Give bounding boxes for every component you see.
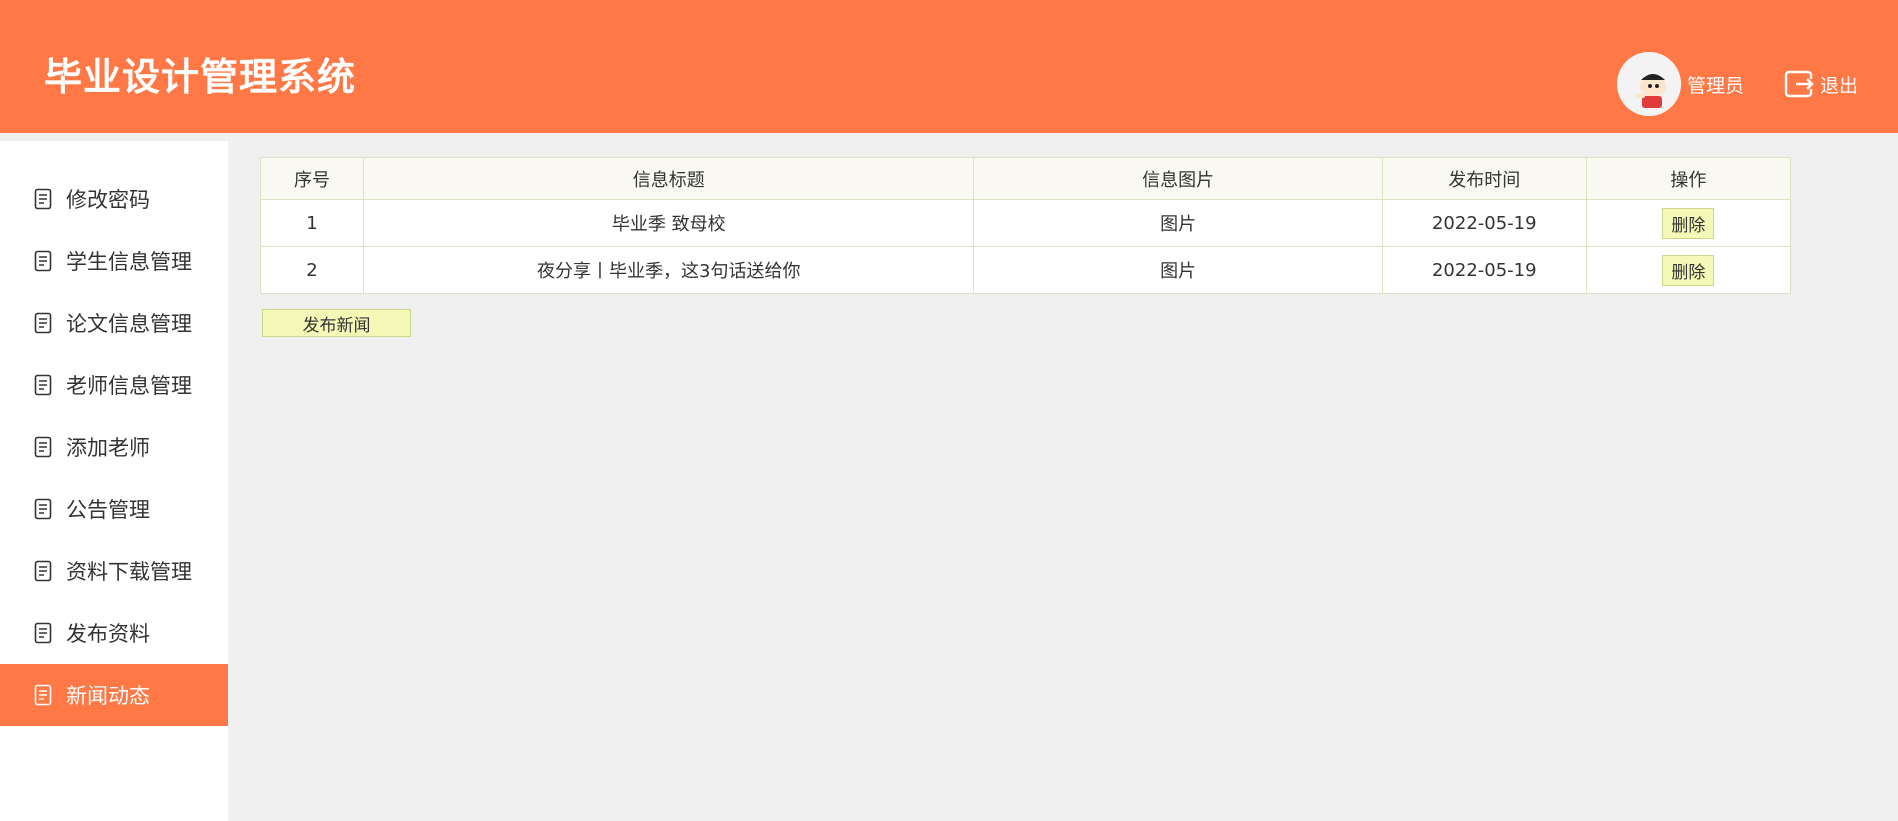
sidebar-item-label: 添加老师 [66,436,150,460]
cell-image[interactable]: 图片 [973,246,1383,294]
document-icon [34,312,52,334]
sidebar-item-announcements[interactable]: 公告管理 [0,478,228,540]
sidebar-item-teacher-info[interactable]: 老师信息管理 [0,354,228,416]
document-icon [34,436,52,458]
sidebar-item-change-password[interactable]: 修改密码 [0,168,228,230]
table-row: 2 夜分享丨毕业季，这3句话送给你 图片 2022-05-19 删除 [259,246,1792,294]
user-area: 管理员 退出 [1616,52,1858,116]
column-header-image: 信息图片 [973,157,1383,200]
cell-date: 2022-05-19 [1381,199,1587,247]
sidebar-item-label: 新闻动态 [66,684,150,708]
delete-button[interactable]: 删除 [1662,207,1715,239]
column-header-date: 发布时间 [1381,157,1587,200]
cell-title[interactable]: 夜分享丨毕业季，这3句话送给你 [363,246,975,294]
logout-button[interactable]: 退出 [1782,67,1858,101]
cell-index: 1 [259,199,365,247]
sidebar-item-add-teacher[interactable]: 添加老师 [0,416,228,478]
document-icon [34,374,52,396]
sidebar-nav: 修改密码 学生信息管理 论文信息管理 老师信息管理 添加老师 公告管理 资料下载… [0,141,228,726]
table-header-row: 序号 信息标题 信息图片 发布时间 操作 [259,157,1792,200]
column-header-action: 操作 [1585,157,1792,200]
avatar-cartoon-icon [1616,52,1681,116]
sidebar-item-downloads[interactable]: 资料下载管理 [0,540,228,602]
publish-news-button[interactable]: 发布新闻 [262,309,411,337]
app-header: 毕业设计管理系统 管理员 退出 [0,0,1898,133]
cell-date: 2022-05-19 [1381,246,1587,294]
delete-button[interactable]: 删除 [1662,254,1715,286]
document-icon [34,684,52,706]
sidebar-item-label: 修改密码 [66,188,150,212]
sidebar-item-student-info[interactable]: 学生信息管理 [0,230,228,292]
document-icon [34,622,52,644]
sidebar-item-publish-materials[interactable]: 发布资料 [0,602,228,664]
sidebar-item-label: 发布资料 [66,622,150,646]
cell-action: 删除 [1585,246,1792,294]
column-header-index: 序号 [259,157,365,200]
cell-index: 2 [259,246,365,294]
avatar[interactable] [1616,52,1681,116]
logout-icon [1784,70,1814,98]
sidebar-item-label: 老师信息管理 [66,374,192,398]
document-icon [34,188,52,210]
user-name: 管理员 [1686,74,1744,97]
sidebar-item-thesis-info[interactable]: 论文信息管理 [0,292,228,354]
cell-title[interactable]: 毕业季 致母校 [363,199,975,247]
sidebar-item-news[interactable]: 新闻动态 [0,664,228,726]
sidebar: 修改密码 学生信息管理 论文信息管理 老师信息管理 添加老师 公告管理 资料下载… [0,141,228,821]
main-content: 序号 信息标题 信息图片 发布时间 操作 1 毕业季 致母校 图片 2022-0… [259,157,1792,337]
app-title: 毕业设计管理系统 [44,55,357,99]
news-table: 序号 信息标题 信息图片 发布时间 操作 1 毕业季 致母校 图片 2022-0… [259,157,1792,294]
table-row: 1 毕业季 致母校 图片 2022-05-19 删除 [259,199,1792,247]
document-icon [34,498,52,520]
cell-action: 删除 [1585,199,1792,247]
cell-image[interactable]: 图片 [973,199,1383,247]
document-icon [34,560,52,582]
sidebar-item-label: 学生信息管理 [66,250,192,274]
column-header-title: 信息标题 [363,157,975,200]
sidebar-item-label: 论文信息管理 [66,312,192,336]
logout-label: 退出 [1819,74,1858,97]
document-icon [34,250,52,272]
sidebar-item-label: 公告管理 [66,498,150,522]
sidebar-item-label: 资料下载管理 [66,560,192,584]
